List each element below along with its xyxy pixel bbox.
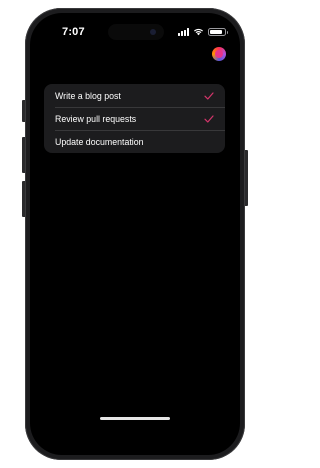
home-indicator[interactable] (100, 417, 170, 420)
task-list: Write a blog post Review pull requests U… (44, 84, 225, 153)
checkmark-icon (204, 114, 214, 123)
task-title: Update documentation (55, 136, 144, 147)
task-row[interactable]: Update documentation (44, 130, 225, 153)
task-row[interactable]: Review pull requests (44, 107, 225, 130)
task-row[interactable]: Write a blog post (44, 84, 225, 107)
task-title: Write a blog post (55, 90, 121, 101)
wifi-icon (194, 28, 203, 36)
phone-screen: 7:07 Write a blog post Review pull reque… (30, 13, 240, 455)
status-time: 7:07 (62, 26, 85, 38)
task-title: Review pull requests (55, 113, 137, 124)
front-camera-icon (150, 29, 156, 35)
profile-avatar-icon[interactable] (212, 47, 226, 61)
status-icons (178, 27, 228, 36)
battery-fill (210, 29, 222, 34)
dynamic-island (108, 24, 164, 40)
cellular-signal-icon (178, 27, 189, 36)
checkmark-icon (204, 91, 214, 100)
battery-icon (208, 27, 228, 36)
device-stage: 7:07 Write a blog post Review pull reque… (0, 0, 270, 468)
